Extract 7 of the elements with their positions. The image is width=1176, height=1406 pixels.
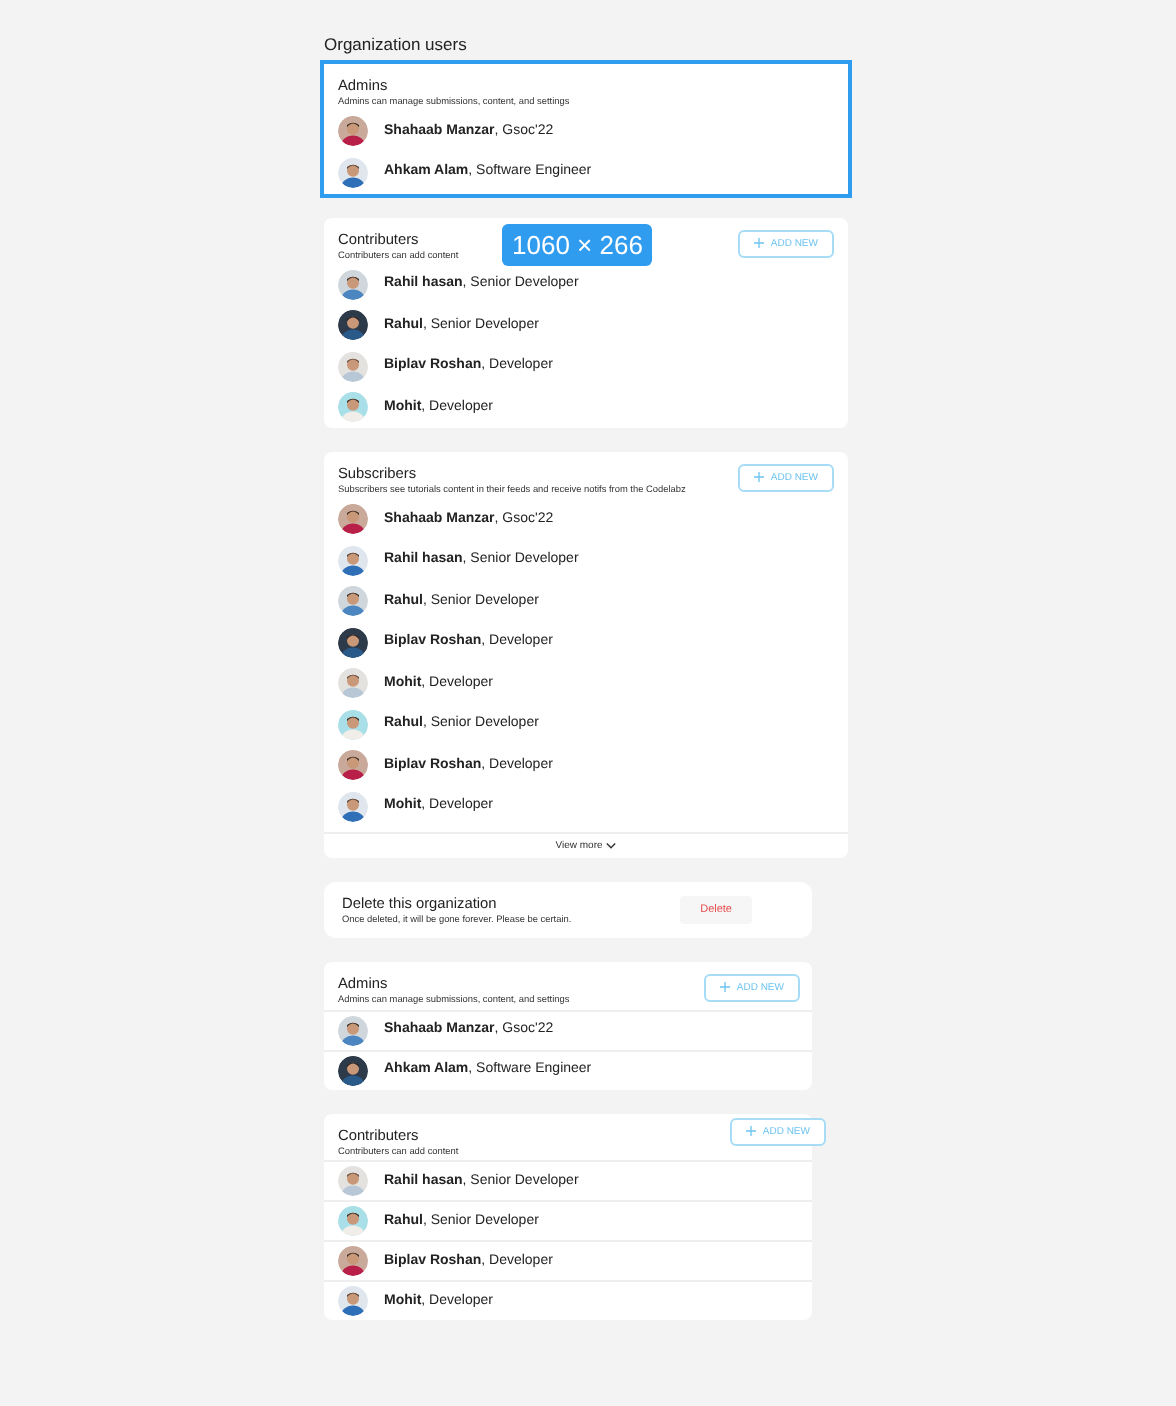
size-label: 1060 × 266 <box>502 224 653 266</box>
plus-icon <box>746 1125 757 1136</box>
plus-icon <box>754 472 765 483</box>
plus-icon <box>720 982 731 993</box>
page-title: Organization users <box>324 34 469 55</box>
plus-icon <box>754 237 765 248</box>
chevron-down-icon <box>606 842 617 851</box>
